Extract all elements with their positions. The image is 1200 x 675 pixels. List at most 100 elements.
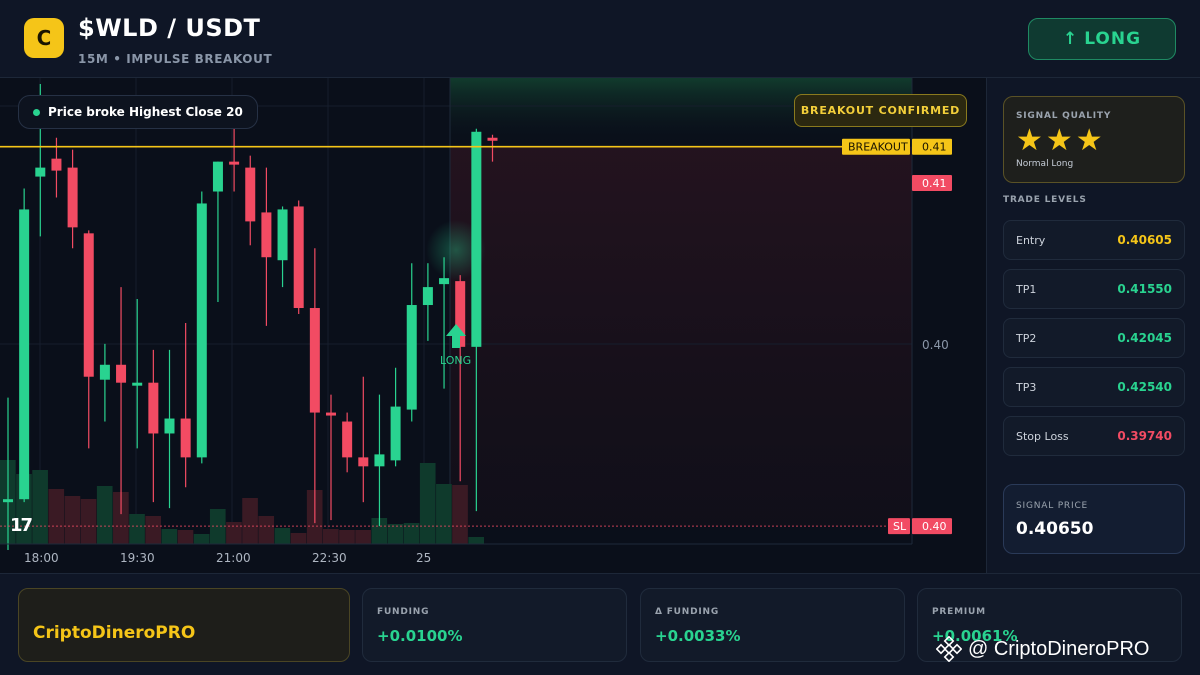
volume-bar	[80, 499, 97, 544]
candle-body	[245, 167, 256, 222]
risk-zone	[450, 146, 912, 527]
volume-bar	[129, 514, 145, 544]
long-button-label: LONG	[1084, 29, 1142, 49]
sl-value: 0.40	[922, 520, 947, 533]
volume-bar	[242, 498, 258, 544]
candle-body	[99, 364, 110, 380]
signal-price-label: SIGNAL PRICE	[1016, 501, 1089, 511]
candle-body	[277, 209, 288, 261]
time-axis-label: 19:30	[120, 551, 155, 565]
volume-bar	[145, 516, 161, 544]
tradingview-logo-icon: 17	[10, 515, 33, 536]
volume-bar	[323, 529, 339, 544]
candle-body	[180, 418, 191, 458]
volume-bar	[48, 489, 65, 544]
delta-funding-card: Δ FUNDING +0.0033%	[640, 588, 905, 662]
watermark-text: @ CriptoDineroPRO	[968, 637, 1150, 660]
long-button[interactable]: ↑ LONG	[1028, 18, 1176, 60]
breakout-value: 0.41	[922, 141, 947, 154]
candle-body	[116, 364, 127, 383]
candle-body	[309, 308, 320, 413]
volume-bar	[96, 486, 113, 544]
level-name: Entry	[1016, 233, 1046, 247]
candle-body	[471, 131, 482, 347]
bottom-panel: CriptoDineroPRO FUNDING +0.0100% Δ FUNDI…	[0, 573, 1200, 675]
header: C $WLD / USDT 15M • IMPULSE BREAKOUT ↑ L…	[0, 0, 1200, 78]
candle-body	[212, 161, 223, 192]
volume-bar	[468, 537, 484, 544]
candle-body	[164, 418, 175, 434]
candle-body	[67, 167, 78, 228]
volume-bar	[258, 516, 275, 544]
signal-price-value: 0.40650	[1016, 519, 1094, 539]
stat-value: +0.0100%	[377, 627, 463, 645]
candle-body	[342, 421, 353, 458]
stat-label: Δ FUNDING	[655, 607, 720, 617]
signal-sidebar: SIGNAL QUALITY ★★★ Normal Long TRADE LEV…	[986, 78, 1200, 573]
level-name: TP3	[1016, 380, 1037, 394]
stat-value: +0.0033%	[655, 627, 741, 645]
time-axis-label: 22:30	[312, 551, 347, 565]
stat-label: PREMIUM	[932, 607, 986, 617]
pair-title: $WLD / USDT	[78, 14, 261, 42]
volume-bar	[339, 530, 355, 544]
level-name: Stop Loss	[1016, 429, 1069, 443]
candle-body	[293, 206, 304, 309]
candle-body	[229, 161, 240, 165]
signal-price-card: SIGNAL PRICE 0.40650	[1003, 484, 1185, 554]
volume-bar	[274, 528, 291, 544]
level-name: TP1	[1016, 282, 1037, 296]
volume-bar	[452, 485, 468, 544]
sl-tag-label: SL	[893, 520, 907, 533]
price-axis-label: 0.40	[922, 338, 949, 352]
breakout-confirmed-badge: BREAKOUT CONFIRMED	[794, 94, 967, 127]
volume-bar	[290, 533, 307, 544]
level-value: 0.42540	[1117, 380, 1172, 394]
candle-body	[148, 382, 159, 434]
breakout-info-text: Price broke Highest Close 20	[48, 105, 243, 119]
volume-bar	[419, 463, 436, 544]
status-dot-icon	[33, 108, 40, 116]
level-tp3: TP3 0.42540	[1003, 367, 1185, 407]
signal-quality-note: Normal Long	[1016, 159, 1074, 169]
level-stop-loss: Stop Loss 0.39740	[1003, 416, 1185, 456]
volume-bar	[355, 530, 371, 544]
candle-body	[132, 382, 143, 386]
candle-body	[326, 412, 336, 416]
exchange-logo-icon	[936, 636, 962, 662]
candle-body	[374, 454, 385, 467]
volume-bar	[161, 529, 178, 544]
candle-body	[358, 457, 369, 467]
long-marker-label: LONG	[440, 354, 471, 367]
time-axis-label: 25	[416, 551, 431, 565]
candlestick-chart: 0.410.400.41BREAKOUT0.41SL0.40LONG18:001…	[0, 78, 952, 565]
candle-body	[3, 499, 13, 503]
time-axis-label: 18:00	[24, 551, 59, 565]
volume-bar	[64, 496, 81, 544]
last-price-value: 0.41	[922, 177, 947, 190]
candle-body	[19, 209, 30, 500]
timeframe-subtitle: 15M • IMPULSE BREAKOUT	[78, 52, 273, 66]
level-value: 0.41550	[1117, 282, 1172, 296]
candle-body	[390, 406, 401, 461]
arrow-up-icon: ↑	[1062, 29, 1079, 49]
candle-body	[422, 287, 433, 306]
trade-levels-title: TRADE LEVELS	[1003, 195, 1087, 205]
candle-body	[406, 305, 417, 410]
volume-bar	[32, 470, 48, 544]
brand-card: CriptoDineroPRO	[18, 588, 350, 662]
level-entry: Entry 0.40605	[1003, 220, 1185, 260]
level-value: 0.40605	[1117, 233, 1172, 247]
volume-bar	[226, 522, 242, 544]
volume-bar	[387, 524, 404, 544]
candle-body	[439, 278, 450, 285]
level-tp1: TP1 0.41550	[1003, 269, 1185, 309]
brand-name: CriptoDineroPRO	[33, 623, 196, 643]
brand-logo-icon: C	[24, 18, 64, 58]
signal-quality-card: SIGNAL QUALITY ★★★ Normal Long	[1003, 96, 1185, 183]
level-tp2: TP2 0.42045	[1003, 318, 1185, 358]
time-axis-label: 21:00	[216, 551, 251, 565]
candle-body	[83, 233, 94, 377]
price-chart[interactable]: 0.410.400.41BREAKOUT0.41SL0.40LONG18:001…	[0, 78, 986, 573]
volume-bar	[177, 530, 194, 544]
